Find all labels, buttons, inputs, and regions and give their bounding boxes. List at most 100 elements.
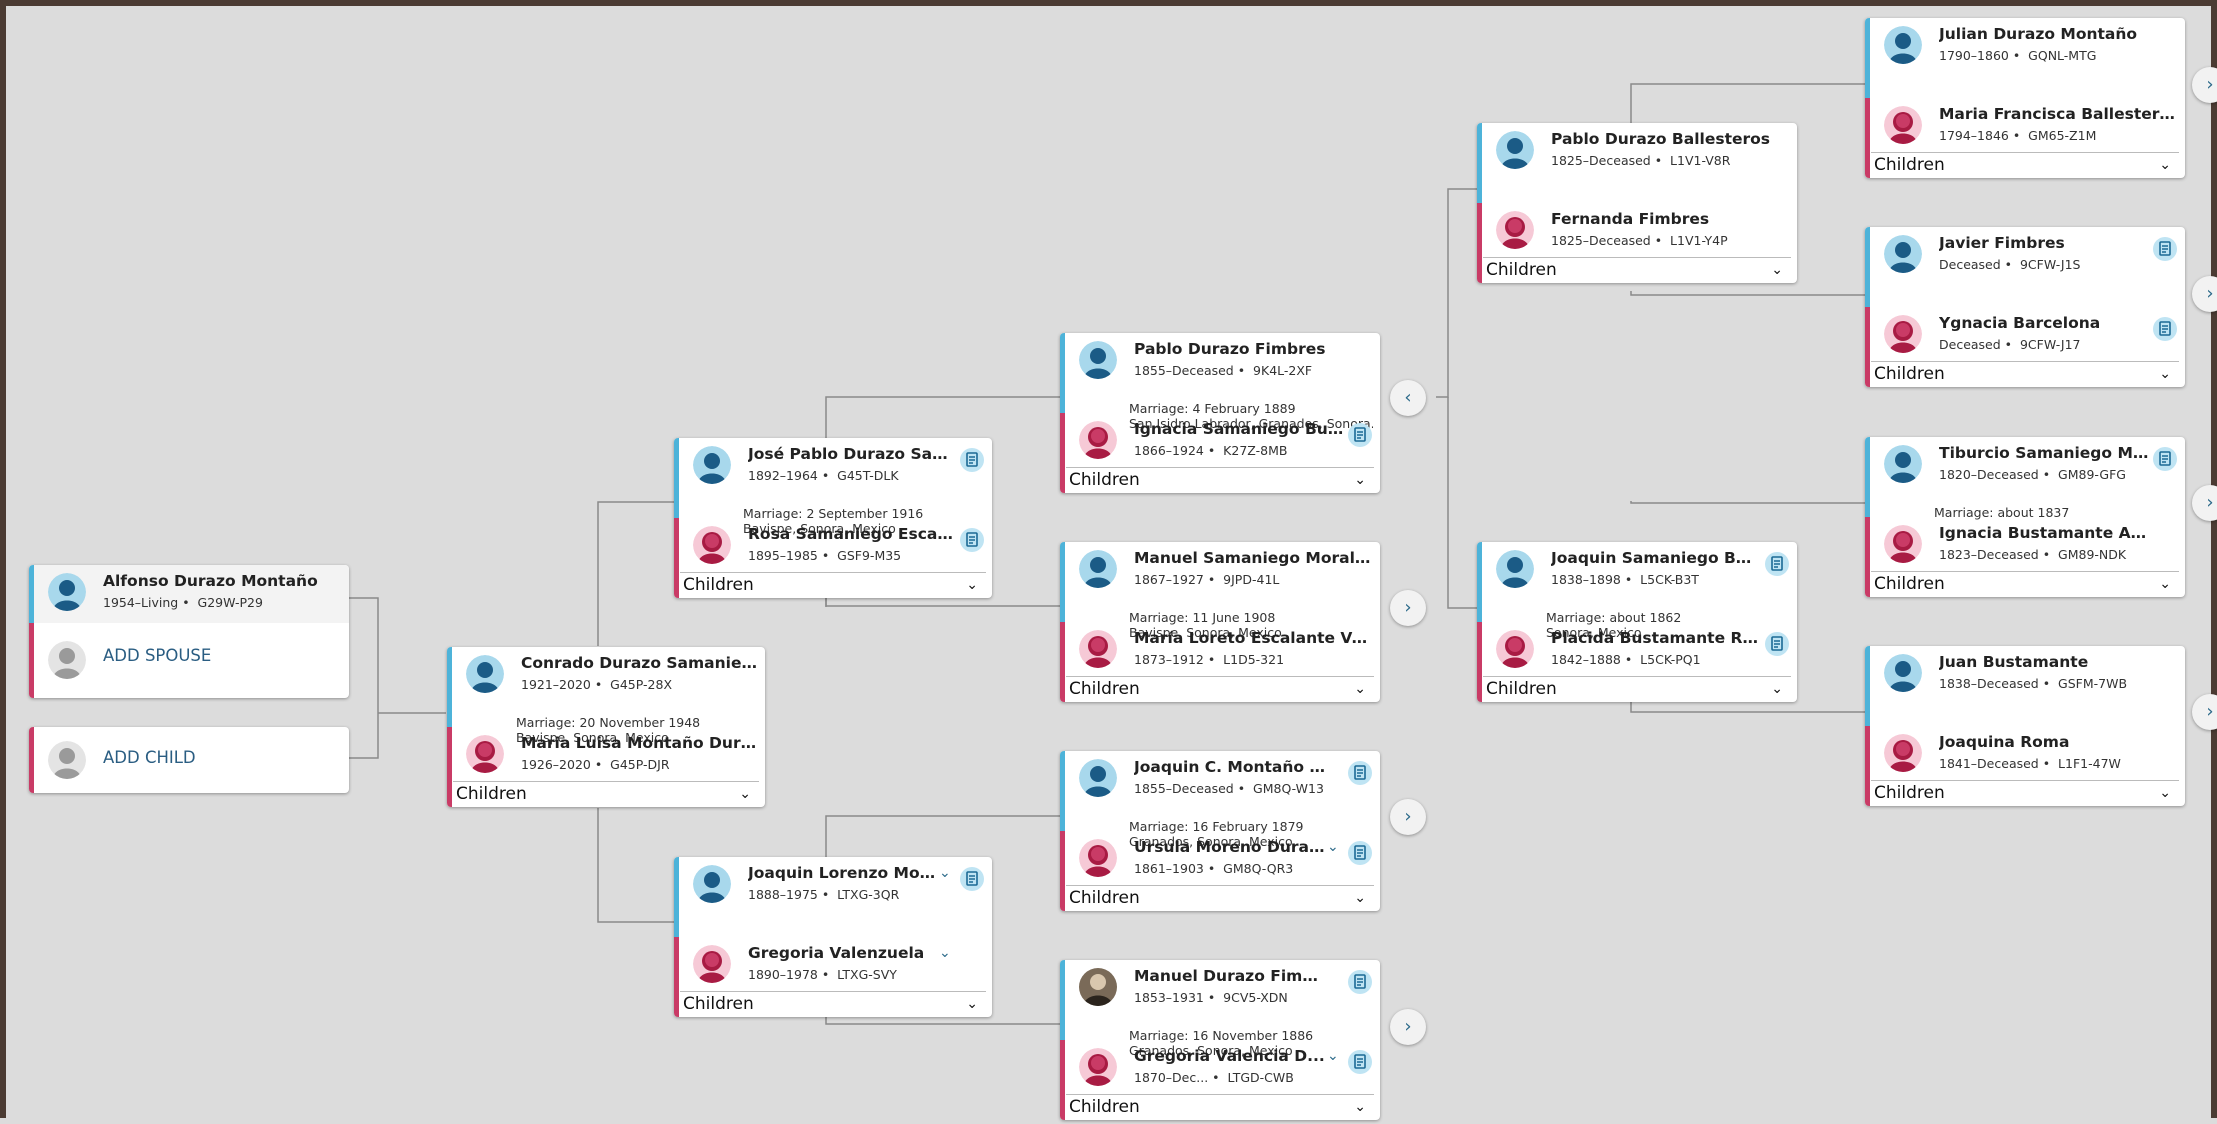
- record-source-icon[interactable]: [2153, 317, 2177, 341]
- person-name[interactable]: Ygnacia Barcelona: [1939, 314, 2150, 332]
- chevron-down-icon[interactable]: ⌄: [939, 945, 951, 961]
- chevron-right-icon[interactable]: ›: [1390, 799, 1426, 835]
- person-id: GM89-NDK: [2058, 547, 2127, 562]
- husband-slot[interactable]: Julian Durazo Montaño 1790–1860 • GQNL-MT…: [1865, 18, 2185, 98]
- children-dropdown[interactable]: Children ⌄: [680, 991, 986, 1017]
- person-name[interactable]: Joaquin Lorenzo Mo...: [748, 864, 937, 882]
- female-avatar-icon: [1884, 525, 1922, 563]
- person-lifespan: 1842–1888: [1551, 652, 1621, 667]
- person-name[interactable]: Ignacia Samaniego Busta...: [1134, 420, 1345, 438]
- person-name[interactable]: Conrado Durazo Samaniego: [521, 654, 758, 672]
- husband-slot[interactable]: Javier Fimbres Deceased • 9CFW-J1S: [1865, 227, 2185, 307]
- chevron-down-icon[interactable]: ⌄: [1327, 1048, 1339, 1064]
- person-lifespan: 1870–Dec...: [1134, 1070, 1209, 1085]
- person-name[interactable]: Fernanda Fimbres: [1551, 210, 1790, 228]
- person-lifespan: 1954–Living: [103, 595, 179, 610]
- chevron-down-icon[interactable]: ⌄: [939, 865, 951, 881]
- add-child-card[interactable]: ADD CHILD: [29, 727, 349, 793]
- person-name[interactable]: Gregoria Valencia D...: [1134, 1047, 1325, 1065]
- person-lifespan: 1794–1846: [1939, 128, 2009, 143]
- add-child-link[interactable]: ADD CHILD: [103, 748, 196, 767]
- person-name[interactable]: Manuel Durazo Fimbres: [1134, 967, 1325, 985]
- person-name[interactable]: Joaquin Samaniego Busta...: [1551, 549, 1762, 567]
- record-source-icon[interactable]: [1348, 1050, 1372, 1074]
- couple-card: Pablo Durazo Fimbres 1855–Deceased • 9K4L…: [1060, 333, 1380, 493]
- male-avatar-icon: [1079, 759, 1117, 797]
- children-dropdown[interactable]: Children ⌄: [1483, 676, 1791, 702]
- children-dropdown[interactable]: Children ⌄: [1066, 467, 1374, 493]
- add-spouse-link[interactable]: ADD SPOUSE: [103, 646, 211, 665]
- person-id: G29W-P29: [197, 595, 263, 610]
- add-spouse-slot[interactable]: ADD SPOUSE: [29, 623, 349, 698]
- focus-person-slot[interactable]: Alfonso Durazo Montaño 1954–Living • G29…: [29, 565, 349, 623]
- person-id: 9JPD-41L: [1223, 572, 1280, 587]
- chevron-down-icon[interactable]: ⌄: [1327, 839, 1339, 855]
- person-name[interactable]: Maria Luisa Montaño Durazo: [521, 734, 758, 752]
- husband-slot[interactable]: Juan Bustamante 1838–Deceased • GSFM-7WB: [1865, 646, 2185, 726]
- person-id: GM89-GFG: [2058, 467, 2126, 482]
- record-source-icon[interactable]: [1348, 761, 1372, 785]
- children-dropdown[interactable]: Children ⌄: [1871, 152, 2179, 178]
- person-id: GQNL-MTG: [2028, 48, 2097, 63]
- person-name[interactable]: Pablo Durazo Ballesteros: [1551, 130, 1790, 148]
- female-avatar-icon: [1884, 315, 1922, 353]
- person-name[interactable]: José Pablo Durazo Saman...: [748, 445, 957, 463]
- record-source-icon[interactable]: [1765, 552, 1789, 576]
- person-name[interactable]: Ignacia Bustamante Arvizu: [1939, 524, 2150, 542]
- person-name[interactable]: Placida Bustamante Romo: [1551, 629, 1762, 647]
- person-name[interactable]: Manuel Samaniego Morales: [1134, 549, 1373, 567]
- record-source-icon[interactable]: [1348, 841, 1372, 865]
- record-source-icon[interactable]: [2153, 237, 2177, 261]
- children-dropdown[interactable]: Children ⌄: [1483, 257, 1791, 283]
- person-name[interactable]: Juan Bustamante: [1939, 653, 2178, 671]
- children-dropdown[interactable]: Children ⌄: [1066, 676, 1374, 702]
- female-avatar-icon: [693, 945, 731, 983]
- female-avatar-icon: [1079, 839, 1117, 877]
- person-name[interactable]: Ursula Moreno Dura...: [1134, 838, 1325, 856]
- person-lifespan: 1888–1975: [748, 887, 818, 902]
- person-name[interactable]: María Loreto Escalante Valen...: [1134, 629, 1373, 647]
- husband-slot[interactable]: Pablo Durazo Ballesteros 1825–Deceased • …: [1477, 123, 1797, 203]
- male-avatar-icon: [1079, 341, 1117, 379]
- children-label: Children: [1874, 155, 1945, 175]
- record-source-icon[interactable]: [960, 448, 984, 472]
- person-name[interactable]: Tiburcio Samaniego Moreno: [1939, 444, 2150, 462]
- record-source-icon[interactable]: [2153, 447, 2177, 471]
- person-name[interactable]: Maria Francisca Ballesteros: [1939, 105, 2178, 123]
- person-lifespan: 1892–1964: [748, 468, 818, 483]
- chevron-right-icon[interactable]: ›: [1390, 590, 1426, 626]
- chevron-down-icon: ⌄: [966, 577, 978, 593]
- add-child-slot[interactable]: ADD CHILD: [29, 727, 349, 793]
- male-avatar-icon: [48, 573, 86, 611]
- children-dropdown[interactable]: Children ⌄: [1066, 1094, 1374, 1120]
- person-lifespan: 1921–2020: [521, 677, 591, 692]
- children-dropdown[interactable]: Children ⌄: [1871, 361, 2179, 387]
- person-id: LTXG-SVY: [837, 967, 897, 982]
- children-dropdown[interactable]: Children ⌄: [680, 572, 986, 598]
- person-name[interactable]: Alfonso Durazo Montaño: [103, 572, 333, 590]
- husband-slot[interactable]: Joaquin Lorenzo Mo... 1888–1975 • LTXG-3Q…: [674, 857, 992, 937]
- record-source-icon[interactable]: [960, 867, 984, 891]
- children-dropdown[interactable]: Children ⌄: [1871, 780, 2179, 806]
- children-dropdown[interactable]: Children ⌄: [453, 781, 759, 807]
- record-source-icon[interactable]: [1348, 423, 1372, 447]
- chevron-right-icon[interactable]: ›: [1390, 1009, 1426, 1045]
- person-name[interactable]: Pablo Durazo Fimbres: [1134, 340, 1345, 358]
- record-source-icon[interactable]: [1348, 970, 1372, 994]
- person-name[interactable]: Gregoria Valenzuela: [748, 944, 937, 962]
- person-name[interactable]: Joaquina Roma: [1939, 733, 2178, 751]
- person-name[interactable]: Joaquin C. Montaño Garcia: [1134, 758, 1325, 776]
- person-name[interactable]: Julian Durazo Montaño: [1939, 25, 2178, 43]
- children-label: Children: [1069, 470, 1140, 490]
- chevron-down-icon: ⌄: [739, 786, 751, 802]
- person-lifespan: 1867–1927: [1134, 572, 1204, 587]
- person-name[interactable]: Rosa Samaniego Escalante: [748, 525, 957, 543]
- children-dropdown[interactable]: Children ⌄: [1066, 885, 1374, 911]
- children-dropdown[interactable]: Children ⌄: [1871, 571, 2179, 597]
- person-name[interactable]: Javier Fimbres: [1939, 234, 2150, 252]
- couple-card: Joaquin Lorenzo Mo... 1888–1975 • LTXG-3Q…: [674, 857, 992, 1017]
- chevron-left-icon[interactable]: ‹: [1390, 380, 1426, 416]
- record-source-icon[interactable]: [1765, 632, 1789, 656]
- person-id: L1D5-321: [1223, 652, 1285, 667]
- record-source-icon[interactable]: [960, 528, 984, 552]
